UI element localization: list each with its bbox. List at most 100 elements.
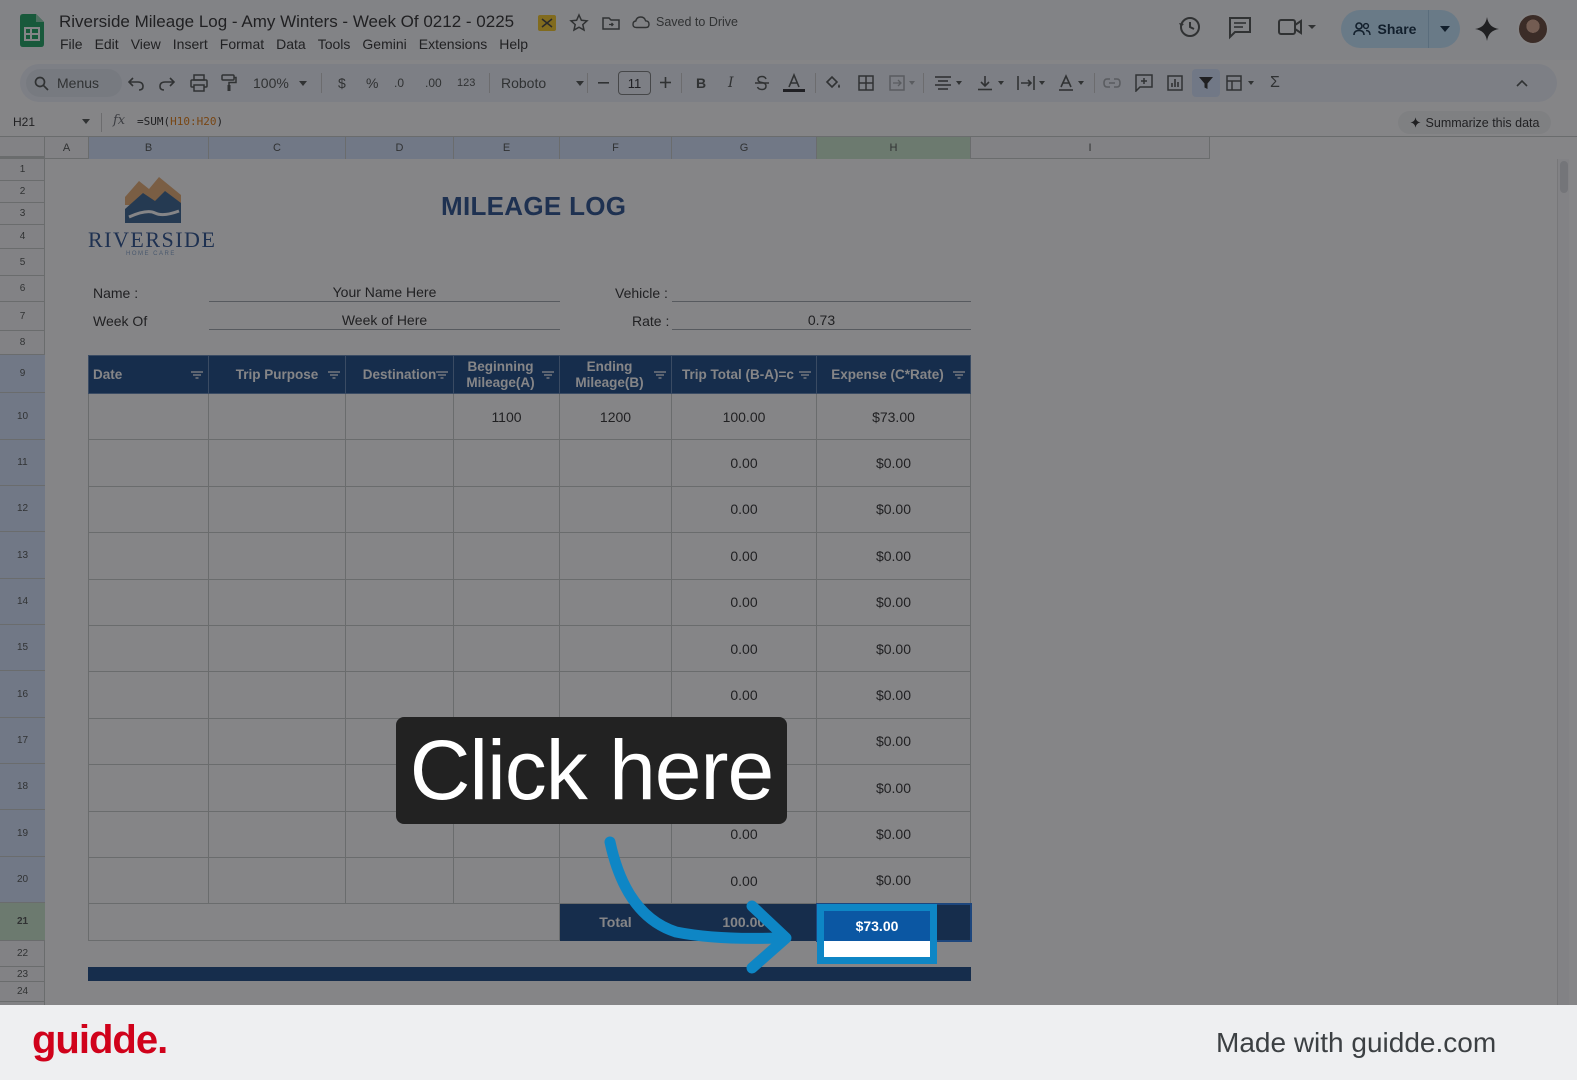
cell-beginning-mileage[interactable] <box>453 671 560 719</box>
row-header-9[interactable]: 9 <box>0 355 45 393</box>
name-field[interactable]: Your Name Here <box>209 280 560 302</box>
menu-format[interactable]: Format <box>214 36 270 52</box>
cell-date[interactable] <box>88 717 209 766</box>
cell-destination[interactable] <box>345 439 454 487</box>
horizontal-align-icon[interactable] <box>934 75 964 91</box>
row-header-10[interactable]: 10 <box>0 393 45 440</box>
header-trip-total[interactable]: Trip Total (B-A)=c <box>671 355 817 394</box>
row-header-21[interactable]: 21 <box>0 903 45 941</box>
cell-date[interactable] <box>88 439 209 487</box>
bold-button[interactable]: B <box>696 64 706 102</box>
row-header-24[interactable]: 24 <box>0 982 45 1002</box>
cell-trip-purpose[interactable] <box>208 392 346 441</box>
cell-expense[interactable]: $0.00 <box>816 578 971 626</box>
cell-trip-total[interactable]: 0.00 <box>671 532 817 580</box>
cell-ending-mileage[interactable]: 1200 <box>559 392 672 441</box>
cell-ending-mileage[interactable] <box>559 439 672 487</box>
filter-icon[interactable] <box>542 371 554 379</box>
cell-date[interactable] <box>88 624 209 673</box>
week-of-field[interactable]: Week of Here <box>209 308 560 330</box>
formula-input[interactable]: =SUM(H10:H20) <box>137 115 223 128</box>
cell-date[interactable] <box>88 810 209 858</box>
cell-expense[interactable]: $0.00 <box>816 856 971 905</box>
vertical-align-icon[interactable] <box>976 75 1006 91</box>
cell-trip-purpose[interactable] <box>208 717 346 766</box>
name-box[interactable]: H21 <box>13 115 35 129</box>
number-format-button[interactable]: 123 <box>457 64 475 102</box>
version-history-icon[interactable] <box>1177 14 1203 40</box>
row-header-8[interactable]: 8 <box>0 331 45 355</box>
cell-expense[interactable]: $0.00 <box>816 810 971 858</box>
header-trip-purpose[interactable]: Trip Purpose <box>208 355 346 394</box>
paint-format-icon[interactable] <box>221 74 237 92</box>
doc-title[interactable]: Riverside Mileage Log - Amy Winters - We… <box>59 12 514 32</box>
menu-file[interactable]: File <box>60 36 89 52</box>
font-size-input[interactable]: 11 <box>618 71 651 95</box>
column-header-d[interactable]: D <box>346 137 454 159</box>
filter-icon[interactable] <box>436 371 448 379</box>
move-folder-icon[interactable] <box>601 13 621 33</box>
merge-cells-icon[interactable] <box>889 75 917 91</box>
cell-ending-mileage[interactable] <box>559 578 672 626</box>
column-header-f[interactable]: F <box>560 137 672 159</box>
total-spacer-cell[interactable] <box>88 903 560 942</box>
row-header-16[interactable]: 16 <box>0 671 45 718</box>
row-header-22[interactable]: 22 <box>0 941 45 967</box>
star-icon[interactable] <box>569 13 589 33</box>
cell-ending-mileage[interactable] <box>559 671 672 719</box>
made-with-text[interactable]: Made with guidde.com <box>1216 1027 1496 1059</box>
cell-date[interactable] <box>88 671 209 719</box>
cell-trip-total[interactable]: 0.00 <box>671 485 817 534</box>
row-header-3[interactable]: 3 <box>0 203 45 225</box>
row-header-4[interactable]: 4 <box>0 225 45 249</box>
menu-tools[interactable]: Tools <box>312 36 357 52</box>
cell-trip-total[interactable]: 100.00 <box>671 392 817 441</box>
header-destination[interactable]: Destination <box>345 355 454 394</box>
filter-icon[interactable] <box>799 371 811 379</box>
fill-color-icon[interactable] <box>824 74 842 92</box>
select-all-corner[interactable] <box>0 137 45 159</box>
row-header-17[interactable]: 17 <box>0 718 45 764</box>
cell-ending-mileage[interactable] <box>559 485 672 534</box>
borders-icon[interactable] <box>858 75 874 91</box>
avatar[interactable] <box>1517 13 1549 45</box>
cell-trip-purpose[interactable] <box>208 671 346 719</box>
cell-beginning-mileage[interactable]: 1100 <box>453 392 560 441</box>
column-header-c[interactable]: C <box>209 137 346 159</box>
cell-trip-purpose[interactable] <box>208 856 346 905</box>
row-header-20[interactable]: 20 <box>0 857 45 903</box>
cell-beginning-mileage[interactable] <box>453 856 560 905</box>
redo-icon[interactable] <box>159 75 175 91</box>
insert-link-icon[interactable] <box>1103 76 1121 90</box>
cell-ending-mileage[interactable] <box>559 624 672 673</box>
cell-expense[interactable]: $0.00 <box>816 671 971 719</box>
filter-icon[interactable] <box>191 371 203 379</box>
cell-date[interactable] <box>88 532 209 580</box>
column-header-a[interactable]: A <box>45 137 89 159</box>
text-color-icon[interactable] <box>783 73 805 93</box>
row-header-12[interactable]: 12 <box>0 486 45 532</box>
name-box-dropdown-icon[interactable] <box>82 119 90 124</box>
row-header-14[interactable]: 14 <box>0 579 45 625</box>
filter-views-icon[interactable] <box>1226 75 1256 91</box>
vehicle-field[interactable] <box>672 280 971 302</box>
italic-button[interactable]: I <box>728 64 734 102</box>
insert-comment-icon[interactable] <box>1135 74 1153 92</box>
cell-destination[interactable] <box>345 624 454 673</box>
highlighted-total-expense-cell[interactable]: $73.00 <box>817 904 937 964</box>
functions-button[interactable]: Σ <box>1270 64 1280 102</box>
cell-date[interactable] <box>88 764 209 812</box>
filter-icon[interactable] <box>1198 75 1214 91</box>
filter-icon[interactable] <box>328 371 340 379</box>
menu-gemini[interactable]: Gemini <box>356 36 412 52</box>
cell-date[interactable] <box>88 485 209 534</box>
cell-trip-total[interactable]: 0.00 <box>671 671 817 719</box>
cell-trip-purpose[interactable] <box>208 624 346 673</box>
cell-trip-total[interactable]: 0.00 <box>671 624 817 673</box>
cell-trip-purpose[interactable] <box>208 810 346 858</box>
cell-destination[interactable] <box>345 578 454 626</box>
cell-beginning-mileage[interactable] <box>453 532 560 580</box>
meet-icon[interactable] <box>1277 14 1317 40</box>
cell-beginning-mileage[interactable] <box>453 485 560 534</box>
column-header-i[interactable]: I <box>971 137 1210 159</box>
